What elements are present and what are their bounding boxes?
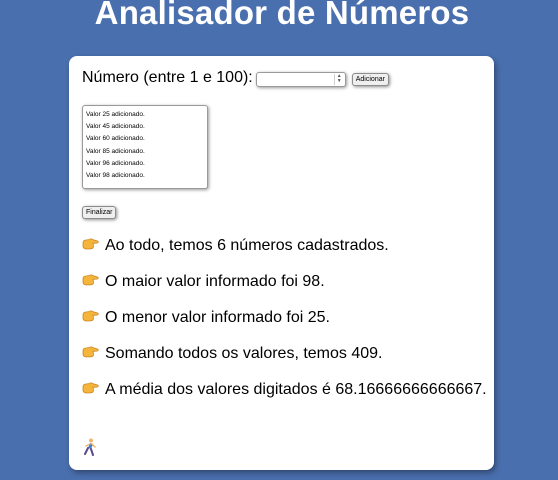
results-section: Ao todo, temos 6 números cadastrados. O … bbox=[82, 236, 487, 416]
result-max-text: O maior valor informado foi 98. bbox=[105, 273, 325, 290]
main-card: Número (entre 1 e 100): ▲ ▼ Adicionar Val… bbox=[69, 56, 494, 470]
pointing-right-icon bbox=[82, 273, 99, 287]
list-item[interactable]: Valor 85 adicionado. bbox=[86, 146, 204, 158]
result-min: O menor valor informado foi 25. bbox=[82, 308, 487, 327]
result-total: Ao todo, temos 6 números cadastrados. bbox=[82, 236, 487, 255]
list-item[interactable]: Valor 96 adicionado. bbox=[86, 158, 204, 170]
list-item[interactable]: Valor 25 adicionado. bbox=[86, 109, 204, 121]
spinner-icon[interactable]: ▲ ▼ bbox=[333, 73, 344, 85]
list-item[interactable]: Valor 98 adicionado. bbox=[86, 170, 204, 182]
result-avg: A média dos valores digitados é 68.16666… bbox=[82, 380, 487, 399]
result-max: O maior valor informado foi 98. bbox=[82, 272, 487, 291]
running-person-icon bbox=[83, 438, 97, 456]
result-sum: Somando todos os valores, temos 409. bbox=[82, 344, 487, 363]
pointing-right-icon bbox=[82, 309, 99, 323]
pointing-right-icon bbox=[82, 381, 99, 395]
result-min-text: O menor valor informado foi 25. bbox=[105, 309, 330, 326]
number-label: Número (entre 1 e 100): bbox=[82, 69, 253, 86]
list-item[interactable]: Valor 60 adicionado. bbox=[86, 133, 204, 145]
add-button[interactable]: Adicionar bbox=[351, 72, 389, 86]
result-sum-text: Somando todos os valores, temos 409. bbox=[105, 345, 383, 362]
page-title: Analisador de Números bbox=[94, 0, 470, 31]
list-item[interactable]: Valor 45 adicionado. bbox=[86, 121, 204, 133]
finish-button[interactable]: Finalizar bbox=[82, 206, 117, 219]
result-total-text: Ao todo, temos 6 números cadastrados. bbox=[105, 237, 389, 254]
number-input[interactable]: ▲ ▼ bbox=[255, 71, 346, 87]
page: Analisador de Números Número (entre 1 e … bbox=[0, 0, 558, 480]
result-avg-text: A média dos valores digitados é 68.16666… bbox=[105, 381, 487, 398]
pointing-right-icon bbox=[82, 345, 99, 359]
pointing-right-icon bbox=[82, 237, 99, 251]
values-listbox[interactable]: Valor 25 adicionado. Valor 45 adicionado… bbox=[82, 105, 208, 189]
number-input-row: Número (entre 1 e 100): ▲ ▼ Adicionar bbox=[82, 69, 389, 87]
